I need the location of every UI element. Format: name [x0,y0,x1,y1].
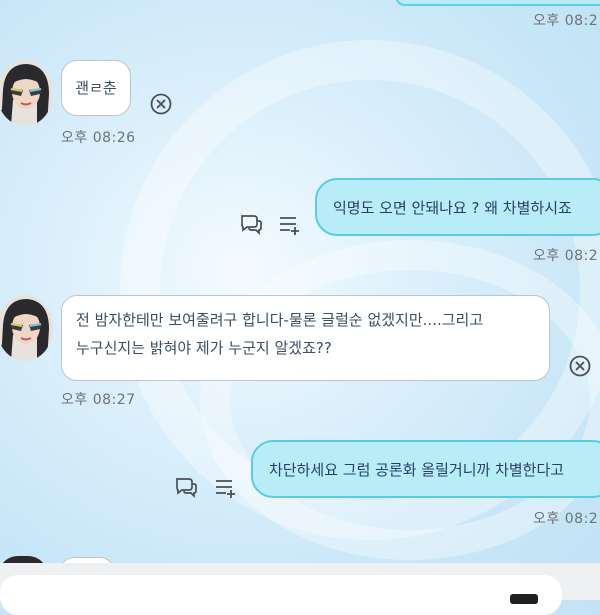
outgoing-message-bubble[interactable]: 차단하세요 그럼 공론화 올릴거니까 차별한다고 [251,440,600,498]
message-text-line: 누구신지는 밝혀야 제가 누군지 알겠죠?? [76,339,332,357]
send-icon[interactable] [510,594,538,604]
message-text: 차단하세요 그럼 공론화 올릴거니까 차별한다고 [269,460,565,479]
list-add-icon[interactable] [214,477,238,503]
chat-bubbles-icon[interactable] [239,213,263,239]
message-text: 괜ㄹ춘 [75,79,117,97]
chat-bubbles-icon[interactable] [174,476,198,502]
outgoing-message-bubble-partial[interactable] [395,0,600,6]
incoming-message-bubble[interactable]: 전 밤자한테만 보여줄려구 합니다-물론 글럴순 없겠지만....그리고 누구신… [61,295,550,381]
avatar[interactable] [0,295,53,361]
close-circle-icon[interactable] [569,355,591,381]
close-circle-icon[interactable] [150,93,172,119]
avatar-image [0,60,53,126]
avatar[interactable] [0,60,53,126]
list-add-icon[interactable] [278,214,302,240]
message-input[interactable] [0,575,562,615]
message-text-line: 전 밤자한테만 보여줄려구 합니다-물론 글럴순 없겠지만....그리고 [76,311,484,329]
message-text: 익명도 오면 안돼나요 ? 왜 차별하시죠 [333,198,572,217]
incoming-message-bubble[interactable]: 괜ㄹ춘 [61,60,131,116]
message-timestamp: 오후 08:2 [533,511,599,527]
outgoing-message-bubble[interactable]: 익명도 오면 안돼나요 ? 왜 차별하시죠 [315,178,600,236]
avatar-image [0,295,53,361]
message-timestamp: 오후 08:2 [533,13,599,29]
message-timestamp: 오후 08:26 [61,130,136,146]
message-timestamp: 오후 08:27 [61,392,136,408]
message-timestamp: 오후 08:2 [533,248,599,264]
